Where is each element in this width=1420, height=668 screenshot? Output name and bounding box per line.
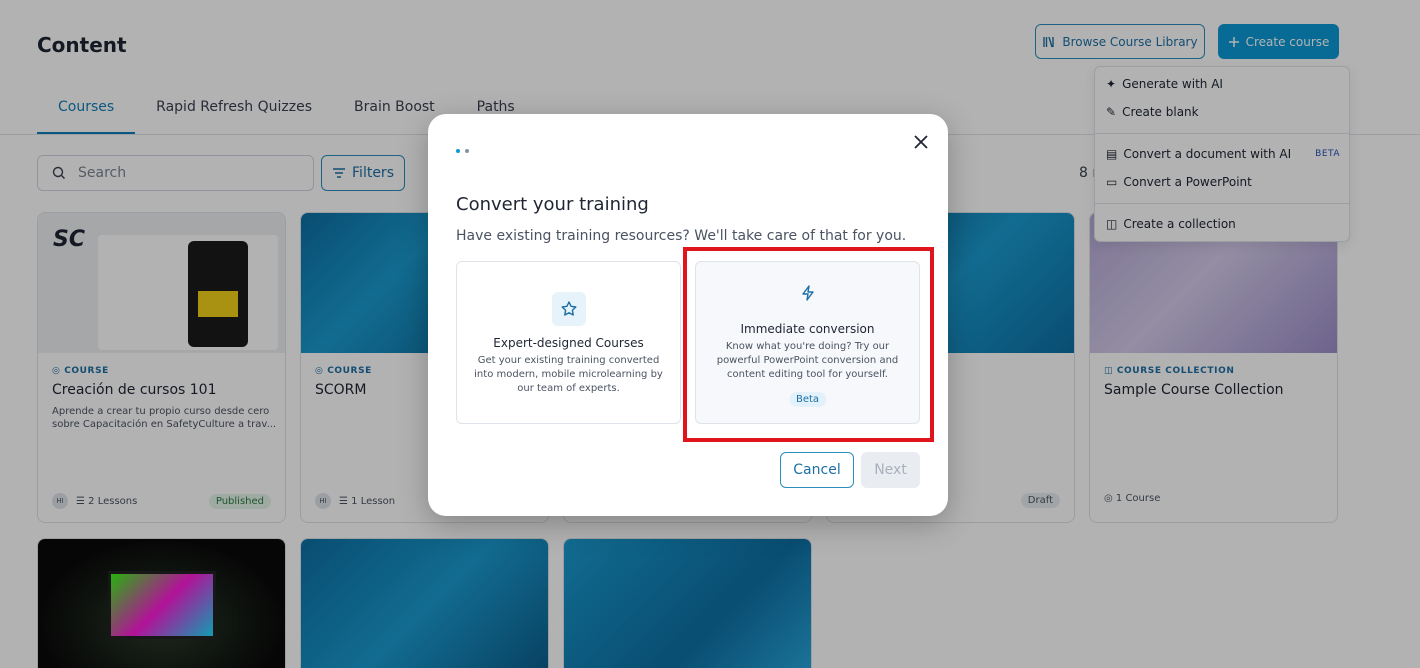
option-description: Get your existing training converted int… bbox=[474, 355, 663, 394]
next-button[interactable]: Next bbox=[861, 452, 920, 488]
modal-subtitle: Have existing training resources? We'll … bbox=[456, 228, 907, 244]
option-expert-designed[interactable]: Expert-designed Courses Get your existin… bbox=[456, 261, 681, 424]
step-dot-active bbox=[456, 149, 460, 153]
star-icon bbox=[551, 292, 586, 326]
step-indicator bbox=[456, 149, 469, 153]
step-dot bbox=[465, 149, 469, 153]
modal-title: Convert your training bbox=[456, 194, 649, 215]
option-title: Expert-designed Courses bbox=[493, 336, 644, 350]
highlight-box bbox=[683, 247, 934, 442]
cancel-button[interactable]: Cancel bbox=[780, 452, 854, 488]
close-icon[interactable] bbox=[912, 133, 930, 151]
